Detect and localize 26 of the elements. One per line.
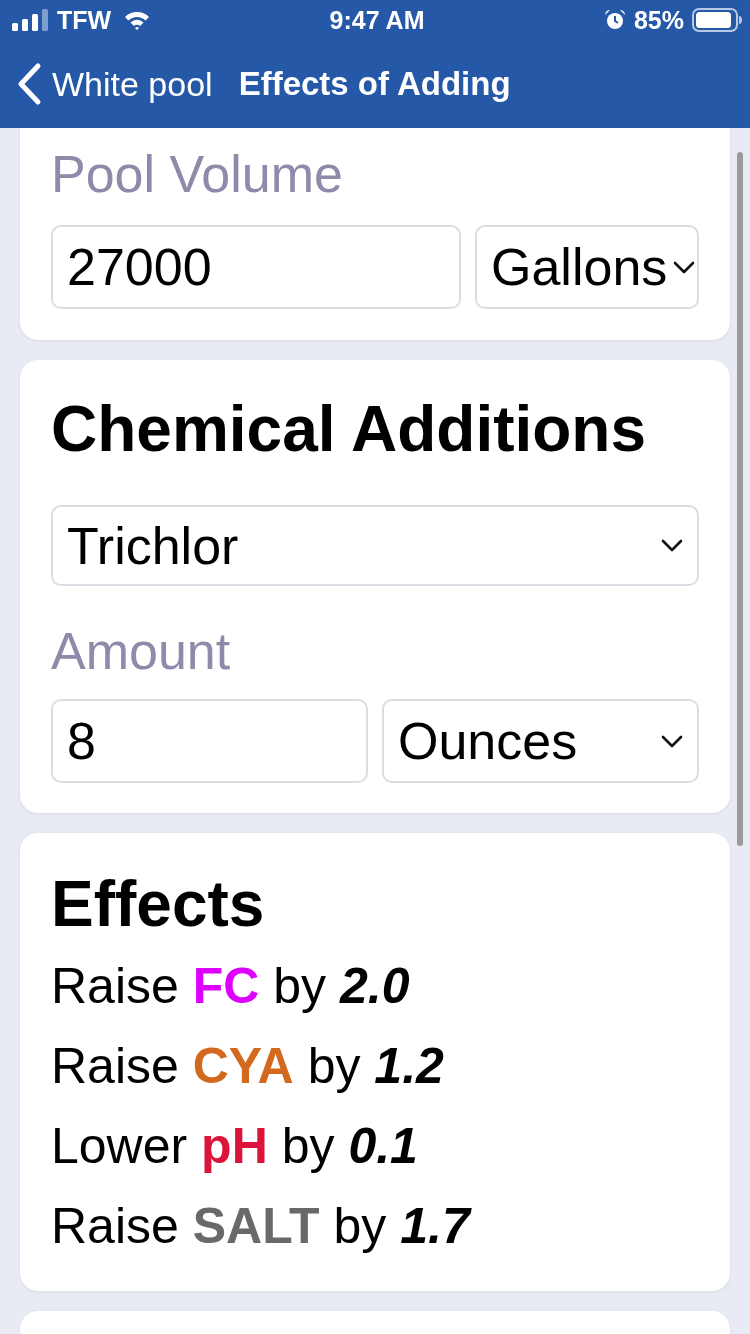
battery-icon xyxy=(692,8,742,32)
page-title: Effects of Adding xyxy=(238,64,511,104)
effect-line: Raise SALT by 1.7 xyxy=(51,1197,473,1256)
signal-icon xyxy=(12,9,48,31)
chemical-dropdown[interactable]: Trichlor xyxy=(51,505,699,586)
chevron-down-icon xyxy=(661,539,683,552)
effect-line: Raise CYA by 1.2 xyxy=(51,1037,445,1096)
back-button[interactable]: White pool xyxy=(16,62,213,106)
amount-unit-dropdown[interactable]: Ounces xyxy=(382,699,699,783)
effect-line: Lower pH by 0.1 xyxy=(51,1117,419,1176)
carrier-name: TFW xyxy=(57,5,112,35)
wifi-icon xyxy=(124,10,151,30)
battery-percentage: 85% xyxy=(633,5,684,35)
chevron-down-icon xyxy=(673,260,696,274)
effect-line: Raise FC by 2.0 xyxy=(51,957,411,1016)
amount-input[interactable]: 8 xyxy=(51,699,368,783)
chevron-down-icon xyxy=(661,734,683,748)
pool-volume-label: Pool Volume xyxy=(51,144,344,205)
section-heading: Chemical Additions xyxy=(51,392,648,467)
back-chevron-icon xyxy=(16,62,42,106)
alarm-clock-icon xyxy=(603,9,626,31)
section-heading: Effects xyxy=(51,867,266,942)
volume-unit-dropdown[interactable]: Gallons xyxy=(475,225,699,309)
status-time: 9:47 AM xyxy=(329,5,425,35)
volume-input[interactable]: 27000 xyxy=(51,225,461,309)
amount-label: Amount xyxy=(51,621,232,682)
